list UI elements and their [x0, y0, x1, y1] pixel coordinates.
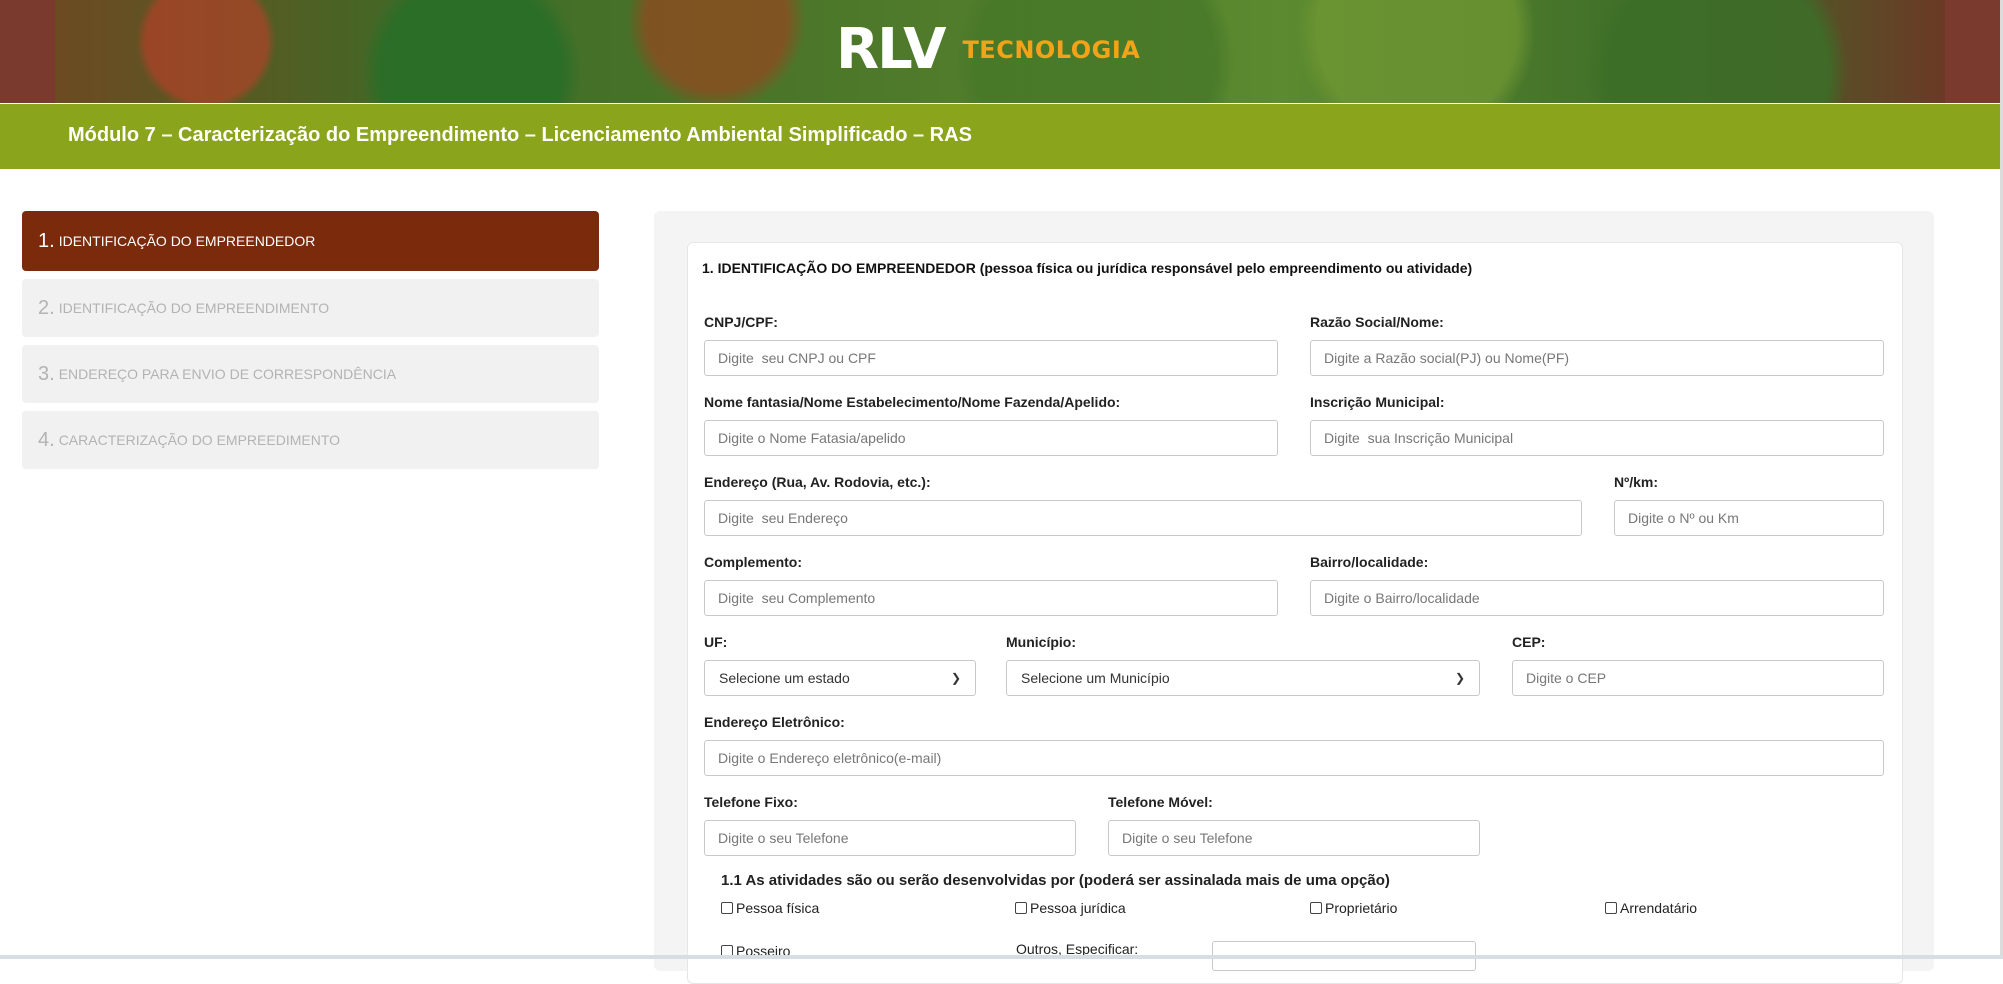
cnpj-label: CNPJ/CPF:: [704, 314, 778, 330]
step-number: 1.: [38, 229, 55, 252]
inscricao-municipal-label: Inscrição Municipal:: [1310, 394, 1445, 410]
endereco-label: Endereço (Rua, Av. Rodovia, etc.):: [704, 474, 931, 490]
step-label: IDENTIFICAÇÃO DO EMPREENDIMENTO: [58, 300, 330, 316]
step-label: IDENTIFICAÇÃO DO EMPREENDEDOR: [58, 233, 316, 249]
bairro-input[interactable]: [1310, 580, 1884, 616]
step-4-caracterizacao[interactable]: 4. CARACTERIZAÇÃO DO EMPREEDIMENTO: [22, 411, 599, 469]
uf-select[interactable]: Selecione um estado ❯: [704, 660, 976, 696]
checkbox-label: Proprietário: [1325, 900, 1398, 916]
checkbox-box[interactable]: [1605, 902, 1617, 914]
inscricao-municipal-input[interactable]: [1310, 420, 1884, 456]
municipio-selected-value: Selecione um Município: [1021, 670, 1170, 686]
uf-label: UF:: [704, 634, 728, 650]
step-3-endereco-correspondencia[interactable]: 3. ENDEREÇO PARA ENVIO DE CORRESPONDÊNCI…: [22, 345, 599, 403]
form-card: 1. IDENTIFICAÇÃO DO EMPREENDEDOR (pessoa…: [687, 242, 1903, 984]
cep-input[interactable]: [1512, 660, 1884, 696]
step-number: 3.: [38, 362, 55, 385]
step-1-identificacao-empreendedor[interactable]: 1. IDENTIFICAÇÃO DO EMPREENDEDOR: [22, 211, 599, 271]
cnpj-input[interactable]: [704, 340, 1278, 376]
razao-social-label: Razão Social/Nome:: [1310, 314, 1444, 330]
activities-question: 1.1 As atividades são ou serão desenvolv…: [721, 872, 1390, 889]
telefone-movel-input[interactable]: [1108, 820, 1480, 856]
checkbox-box[interactable]: [1310, 902, 1322, 914]
cep-label: CEP:: [1512, 634, 1546, 650]
complemento-label: Complemento:: [704, 554, 802, 570]
razao-social-input[interactable]: [1310, 340, 1884, 376]
email-label: Endereço Eletrônico:: [704, 714, 845, 730]
step-number: 4.: [38, 428, 55, 451]
checkbox-box[interactable]: [1015, 902, 1027, 914]
chevron-down-icon: ❯: [950, 671, 961, 685]
bottom-border: [0, 955, 2003, 959]
uf-selected-value: Selecione um estado: [719, 670, 850, 686]
form-panel: 1. IDENTIFICAÇÃO DO EMPREENDEDOR (pessoa…: [654, 211, 1934, 984]
header-banner: RLV TECNOLOGIA: [0, 0, 2003, 103]
section-title: 1. IDENTIFICAÇÃO DO EMPREENDEDOR (pessoa…: [702, 260, 1473, 276]
checkbox-pessoa-fisica[interactable]: Pessoa física: [721, 900, 819, 916]
nome-fantasia-label: Nome fantasia/Nome Estabelecimento/Nome …: [704, 394, 1121, 410]
checkbox-arrendatario[interactable]: Arrendatário: [1605, 900, 1697, 916]
telefone-fixo-label: Telefone Fixo:: [704, 794, 798, 810]
checkbox-label: Pessoa jurídica: [1030, 900, 1126, 916]
logo-sub-text: TECNOLOGIA: [962, 36, 1141, 64]
numero-km-input[interactable]: [1614, 500, 1884, 536]
telefone-movel-label: Telefone Móvel:: [1108, 794, 1213, 810]
nome-fantasia-input[interactable]: [704, 420, 1278, 456]
step-label: CARACTERIZAÇÃO DO EMPREEDIMENTO: [58, 432, 341, 448]
logo-main-text: RLV: [836, 17, 946, 82]
complemento-input[interactable]: [704, 580, 1278, 616]
checkbox-pessoa-juridica[interactable]: Pessoa jurídica: [1015, 900, 1126, 916]
page-title: Módulo 7 – Caracterização do Empreendime…: [68, 124, 972, 146]
telefone-fixo-input[interactable]: [704, 820, 1076, 856]
numero-km-label: Nº/km:: [1614, 474, 1659, 490]
municipio-label: Município:: [1006, 634, 1076, 650]
endereco-input[interactable]: [704, 500, 1582, 536]
email-input[interactable]: [704, 740, 1884, 776]
checkbox-proprietario[interactable]: Proprietário: [1310, 900, 1397, 916]
bairro-label: Bairro/localidade:: [1310, 554, 1429, 570]
checkbox-label: Pessoa física: [736, 900, 820, 916]
municipio-select[interactable]: Selecione um Município ❯: [1006, 660, 1480, 696]
module-title-bar: Módulo 7 – Caracterização do Empreendime…: [0, 104, 2000, 169]
step-label: ENDEREÇO PARA ENVIO DE CORRESPONDÊNCIA: [58, 366, 397, 382]
step-navigation: 1. IDENTIFICAÇÃO DO EMPREENDEDOR 2. IDEN…: [22, 211, 599, 477]
step-number: 2.: [38, 296, 55, 319]
company-logo: RLV TECNOLOGIA: [836, 17, 1141, 82]
chevron-down-icon: ❯: [1454, 671, 1465, 685]
checkbox-box[interactable]: [721, 902, 733, 914]
step-2-identificacao-empreendimento[interactable]: 2. IDENTIFICAÇÃO DO EMPREENDIMENTO: [22, 279, 599, 337]
checkbox-label: Arrendatário: [1620, 900, 1698, 916]
